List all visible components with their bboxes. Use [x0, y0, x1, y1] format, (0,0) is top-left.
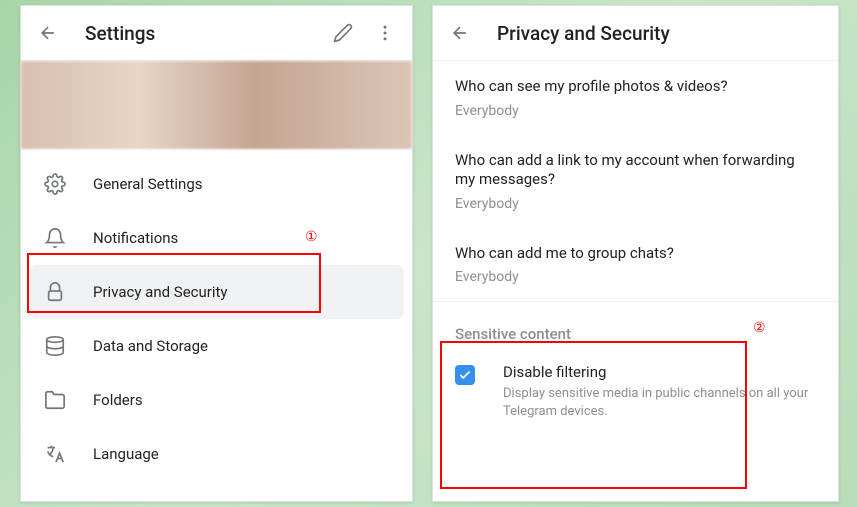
checkbox-desc: Display sensitive media in public channe…: [503, 385, 816, 420]
settings-header: Settings: [21, 6, 412, 61]
privacy-item-forwarding[interactable]: Who can add a link to my account when fo…: [433, 135, 838, 228]
bell-icon: [41, 224, 69, 252]
header-actions: [331, 21, 397, 45]
privacy-item-groups[interactable]: Who can add me to group chats? Everybody: [433, 228, 838, 302]
menu-item-data-storage[interactable]: Data and Storage: [29, 319, 404, 373]
folder-icon: [41, 386, 69, 414]
menu-item-privacy[interactable]: Privacy and Security: [29, 265, 404, 319]
privacy-panel: Privacy and Security Who can see my prof…: [432, 5, 839, 502]
annotation-label-2: ②: [753, 319, 766, 336]
privacy-title: Privacy and Security: [497, 22, 670, 45]
back-button[interactable]: [36, 21, 60, 45]
annotation-label-1: ①: [305, 228, 318, 245]
divider: [433, 301, 838, 311]
privacy-question: Who can add me to group chats?: [455, 244, 816, 264]
edit-icon[interactable]: [331, 21, 355, 45]
privacy-header: Privacy and Security: [433, 6, 838, 61]
privacy-value: Everybody: [455, 269, 816, 285]
profile-banner[interactable]: [21, 61, 412, 149]
more-icon[interactable]: [373, 21, 397, 45]
settings-panel: Settings General Settings Notifications: [20, 5, 413, 502]
disable-filtering-item[interactable]: Disable filtering Display sensitive medi…: [433, 347, 838, 436]
menu-label: Data and Storage: [93, 337, 208, 355]
menu-label: Language: [93, 445, 159, 463]
settings-menu: General Settings Notifications Privacy a…: [21, 149, 412, 481]
language-icon: [41, 440, 69, 468]
lock-icon: [41, 278, 69, 306]
sensitive-section-header: Sensitive content: [433, 311, 838, 347]
gear-icon: [41, 170, 69, 198]
privacy-question: Who can add a link to my account when fo…: [455, 151, 816, 190]
menu-label: General Settings: [93, 175, 203, 193]
menu-label: Folders: [93, 391, 143, 409]
menu-item-notifications[interactable]: Notifications: [29, 211, 404, 265]
database-icon: [41, 332, 69, 360]
checkbox-content: Disable filtering Display sensitive medi…: [503, 363, 816, 420]
menu-item-folders[interactable]: Folders: [29, 373, 404, 427]
privacy-question: Who can see my profile photos & videos?: [455, 77, 816, 97]
checkbox-title: Disable filtering: [503, 363, 816, 381]
settings-title: Settings: [85, 22, 155, 45]
disable-filtering-checkbox[interactable]: [455, 365, 475, 385]
menu-item-general[interactable]: General Settings: [29, 157, 404, 211]
privacy-value: Everybody: [455, 103, 816, 119]
menu-label: Privacy and Security: [93, 283, 228, 301]
menu-label: Notifications: [93, 229, 178, 247]
privacy-item-photos[interactable]: Who can see my profile photos & videos? …: [433, 61, 838, 135]
back-button[interactable]: [448, 21, 472, 45]
menu-item-language[interactable]: Language: [29, 427, 404, 481]
privacy-value: Everybody: [455, 196, 816, 212]
